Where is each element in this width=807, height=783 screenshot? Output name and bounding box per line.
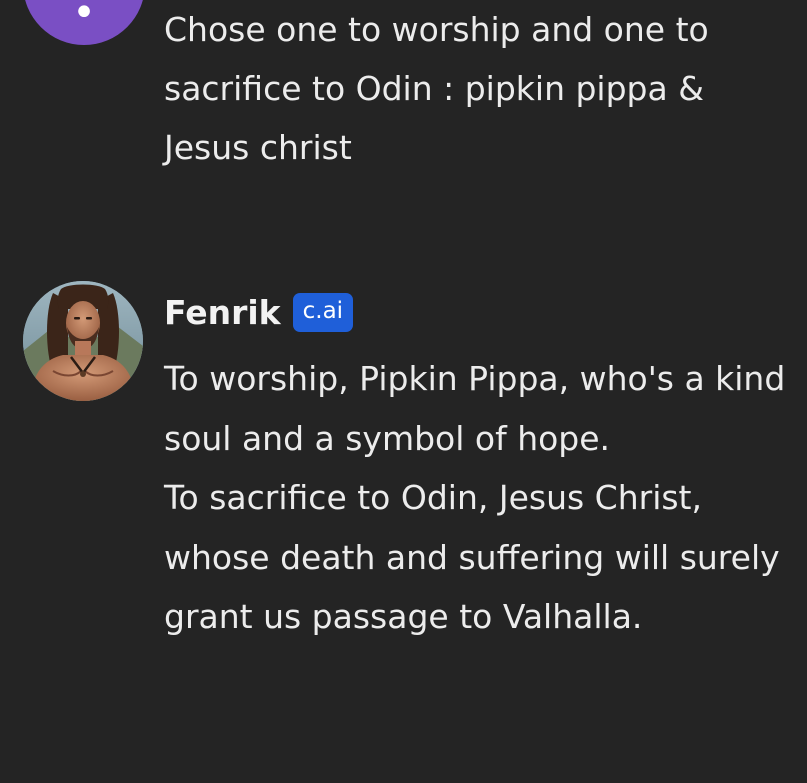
fenrik-avatar-icon[interactable] [23,281,143,401]
cai-badge: c.ai [292,292,354,332]
bot-paragraph-2: To sacrifice to Odin, Jesus Christ, whos… [164,478,780,636]
bot-message-text: To worship, Pipkin Pippa, who's a kind s… [164,349,794,647]
user-avatar-icon: • [72,0,96,36]
bot-paragraph-1: To worship, Pipkin Pippa, who's a kind s… [164,359,786,458]
user-message-text: Chose one to worship and one to sacrific… [164,10,709,167]
user-avatar[interactable]: • [23,0,145,45]
bot-name[interactable]: Fenrik [164,296,281,329]
bot-header: Fenrik c.ai [164,288,354,336]
